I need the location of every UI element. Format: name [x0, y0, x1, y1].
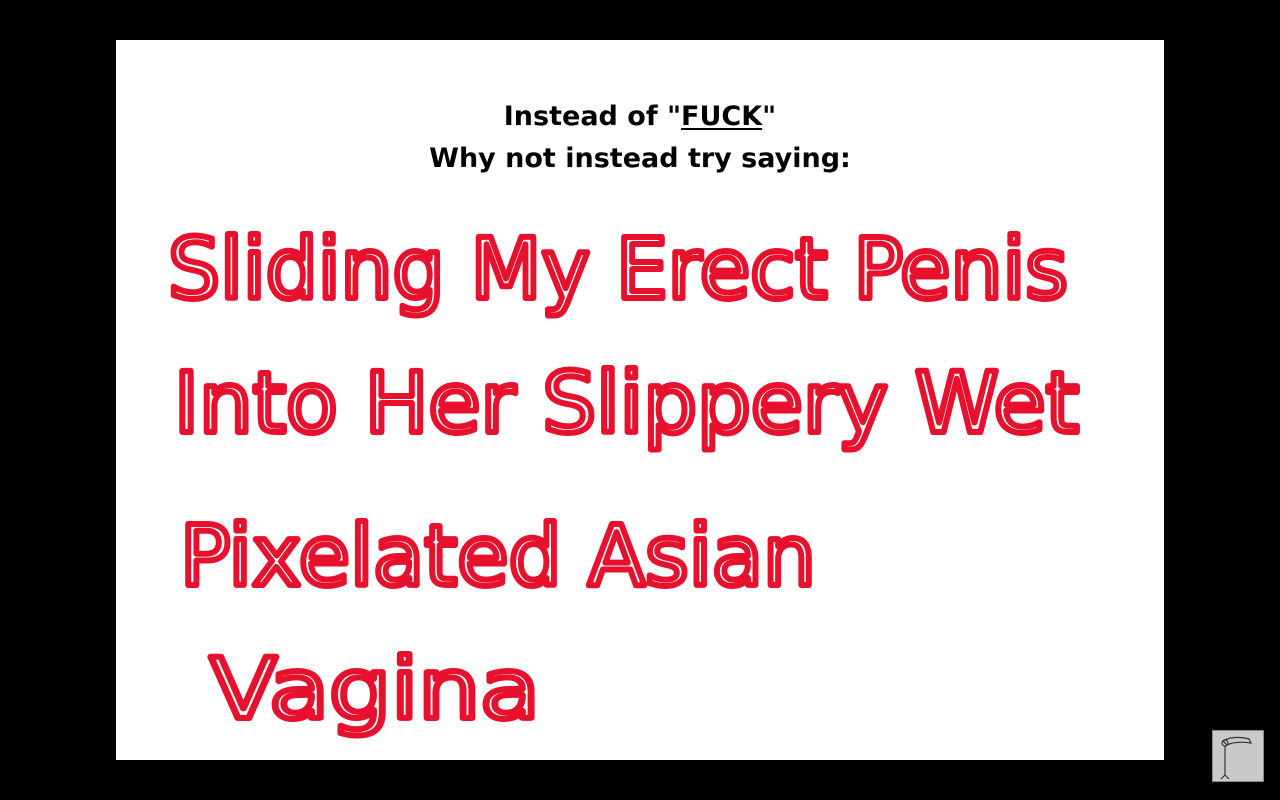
handwritten-line-1: Sliding My Erect Penis: [168, 220, 1068, 318]
handwritten-line-2: Into Her Slippery Wet: [174, 354, 1079, 452]
channel-logo-icon: [1220, 736, 1253, 780]
handwritten-line-4: Vagina: [210, 640, 540, 738]
slide: Instead of "FUCK" Why not instead try sa…: [116, 40, 1164, 760]
handwritten-line-3: Pixelated Asian: [180, 507, 816, 605]
handwritten-text: Sliding My Erect Penis Into Her Slippery…: [165, 217, 1082, 741]
channel-logo: [1212, 730, 1264, 782]
video-frame: Instead of "FUCK" Why not instead try sa…: [0, 0, 1280, 800]
